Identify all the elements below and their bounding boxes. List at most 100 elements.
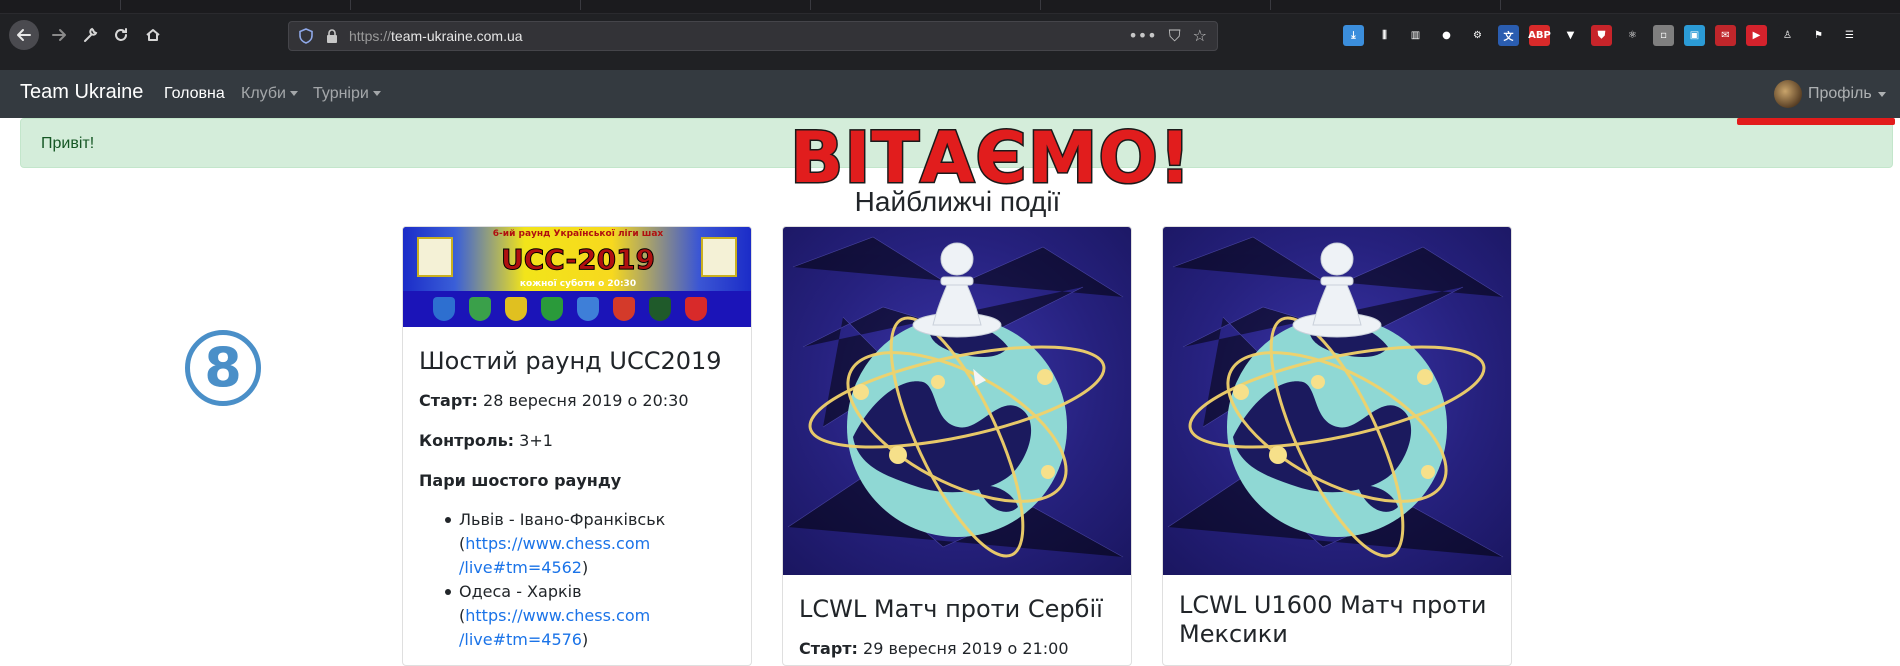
caret-down-icon [1877, 91, 1886, 97]
tracking-shield-icon[interactable] [299, 28, 313, 44]
match-link[interactable]: https://www.chess.com [465, 606, 650, 625]
page-actions-icon[interactable]: ••• [1128, 26, 1156, 46]
nav-clubs-label: Клуби [241, 85, 286, 102]
save-icon[interactable]: ▣ [1684, 25, 1705, 46]
card-title[interactable]: Шостий раунд UCC2019 [419, 347, 722, 376]
control-line: Контроль: 3+1 [419, 430, 553, 452]
match-link[interactable]: /live#tm=4576 [459, 630, 582, 649]
wrench-icon [84, 27, 98, 42]
list-item: Львів - Івано-Франківськ (https://www.ch… [444, 508, 666, 580]
start-line: Старт: 29 вересня 2019 о 21:00 [799, 638, 1069, 660]
translate-icon[interactable]: 文 [1498, 25, 1519, 46]
bookmark-star-icon[interactable]: ☆ [1193, 26, 1207, 46]
extension-icon[interactable]: ⚙ [1467, 25, 1488, 46]
vue-icon[interactable]: ▼ [1560, 25, 1581, 46]
list-item: Одеса - Харків (https://www.chess.com /l… [444, 580, 665, 652]
customize-button[interactable] [77, 22, 103, 48]
screenshot-icon[interactable]: ▫ [1653, 25, 1674, 46]
step-number: 8 [204, 336, 242, 399]
alert-text: Привіт! [41, 135, 95, 152]
pair-teams: Одеса - Харків [459, 582, 582, 601]
caret-down-icon [289, 91, 298, 97]
match-link[interactable]: https://www.chess.com [465, 534, 650, 553]
url-text[interactable]: https://team-ukraine.com.ua [349, 28, 523, 44]
profile-label: Профіль [1808, 85, 1872, 102]
arrow-left-icon [17, 29, 31, 41]
video-icon[interactable]: ▶ [1746, 25, 1767, 46]
pair-link-line: /live#tm=4562) [459, 556, 665, 580]
pairs-list: Львів - Івано-Франківськ (https://www.ch… [444, 508, 666, 652]
reload-button[interactable] [108, 22, 134, 48]
section-title: Найближчі події [854, 186, 1061, 217]
shield-icon [577, 297, 599, 321]
tab-strip [0, 0, 1900, 14]
shield-icon [433, 297, 455, 321]
account-icon[interactable]: ● [1436, 25, 1457, 46]
pair-link-line: (https://www.chess.com [459, 532, 665, 556]
shield-icon [613, 297, 635, 321]
card-title-line[interactable]: LCWL U1600 Матч проти [1179, 591, 1487, 620]
home-icon [146, 29, 160, 41]
pair-link-line: /live#tm=4576) [459, 628, 665, 652]
nav-clubs-dropdown[interactable]: Клуби [241, 85, 298, 103]
menu-icon[interactable]: ☰ [1839, 25, 1860, 46]
shield-icon [685, 297, 707, 321]
back-button[interactable] [9, 20, 39, 50]
pairs-heading: Пари шостого раунду [419, 470, 621, 492]
event-card: LCWL U1600 Матч проти Мексики [1162, 226, 1512, 666]
pair-link-line: (https://www.chess.com [459, 604, 665, 628]
address-bar[interactable]: https://team-ukraine.com.ua ••• ⛉ ☆ [288, 21, 1218, 51]
match-link[interactable]: /live#tm=4562 [459, 558, 582, 577]
profile-dropdown[interactable]: Профіль [1774, 70, 1886, 118]
paren-close: ) [581, 558, 589, 577]
card-body: LCWL U1600 Матч проти Мексики [1179, 591, 1487, 649]
browser-toolbar: https://team-ukraine.com.ua ••• ⛉ ☆ ⤓ ⫼ ▥ ●… [0, 0, 1900, 70]
shield-icon [469, 297, 491, 321]
chess-globe-illustration [787, 236, 1124, 558]
site-navbar: Team Ukraine Головна Клуби Турніри [0, 70, 1900, 118]
chess-globe-illustration [1167, 236, 1504, 558]
control-label: Контроль: [419, 431, 515, 450]
react-icon[interactable]: ⚛ [1622, 25, 1643, 46]
crest-icon [701, 237, 737, 277]
url-host: team-ukraine.com.ua [391, 28, 523, 44]
reload-icon [115, 28, 127, 41]
chess-globe-image[interactable] [1163, 227, 1511, 575]
ucc-poster-image[interactable]: 6-ий раунд Української ліги шах UCC-2019… [403, 227, 751, 327]
adblock-icon[interactable]: ABP [1528, 25, 1551, 46]
arrow-right-icon [52, 29, 66, 41]
forward-button[interactable] [46, 22, 72, 48]
control-value: 3+1 [519, 431, 553, 450]
home-button[interactable] [140, 22, 166, 48]
figure-icon[interactable]: ♙ [1777, 25, 1798, 46]
step-number-badge: 8 [185, 330, 261, 406]
pocket-icon[interactable]: ⛉ [1169, 26, 1181, 46]
pair-teams: Львів - Івано-Франківськ [459, 510, 666, 529]
city-shields [433, 297, 707, 321]
card-body: Шостий раунд UCC2019 [419, 347, 722, 376]
caret-down-icon [372, 91, 381, 97]
card-body: LCWL Матч проти Сербії [799, 595, 1103, 624]
pairs-heading-text: Пари шостого раунду [419, 471, 622, 490]
sidebar-icon[interactable]: ▥ [1405, 25, 1426, 46]
poster-schedule: кожної суботи о 20:30 [519, 279, 637, 289]
paren-close: ) [581, 630, 589, 649]
download-icon[interactable]: ⤓ [1343, 25, 1364, 46]
nav-tournaments-dropdown[interactable]: Турніри [313, 85, 381, 103]
shield-icon [505, 297, 527, 321]
start-value: 29 вересня 2019 о 21:00 [863, 639, 1069, 658]
annotation-underline [1737, 118, 1895, 125]
card-title-line[interactable]: Мексики [1179, 620, 1487, 649]
gift-icon[interactable]: ✉ [1715, 25, 1736, 46]
shield-icon [541, 297, 563, 321]
start-label: Старт: [419, 391, 478, 410]
chess-globe-image[interactable] [783, 227, 1131, 575]
flag-icon[interactable]: ⚑ [1808, 25, 1829, 46]
library-icon[interactable]: ⫼ [1374, 25, 1395, 46]
lock-icon[interactable] [325, 28, 339, 44]
ublock-icon[interactable]: ⛊ [1591, 25, 1612, 46]
card-title[interactable]: LCWL Матч проти Сербії [799, 595, 1103, 624]
poster-title: UCC-2019 [500, 243, 656, 277]
nav-home-link[interactable]: Головна [164, 85, 225, 103]
brand-link[interactable]: Team Ukraine [20, 81, 143, 104]
